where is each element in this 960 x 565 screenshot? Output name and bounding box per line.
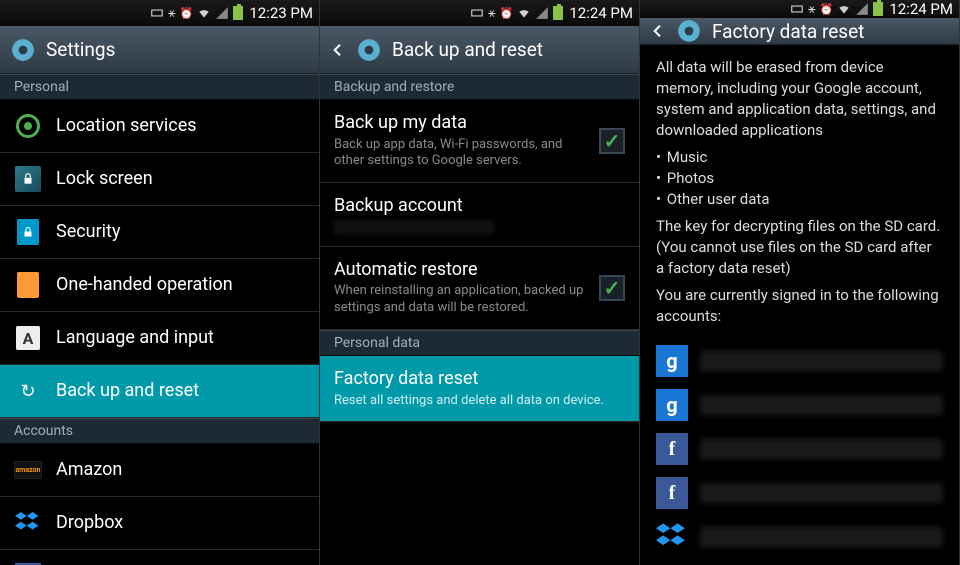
facebook-icon: f (656, 477, 688, 509)
page-title: Settings (46, 38, 115, 61)
settings-list: Location services Lock screen Security O… (0, 100, 319, 565)
item-automatic-restore[interactable]: Automatic restore When reinstalling an a… (320, 247, 639, 330)
page-title: Factory data reset (712, 20, 864, 43)
gear-icon (356, 37, 382, 63)
cast-icon (470, 6, 484, 20)
battery-icon (873, 2, 883, 16)
item-facebook[interactable]: f Facebook (0, 550, 319, 565)
facebook-icon: f (656, 433, 688, 465)
lock-screen-icon (15, 166, 41, 192)
item-backup-my-data[interactable]: Back up my data Back up app data, Wi-Fi … (320, 100, 639, 183)
location-icon (16, 114, 40, 138)
item-factory-data-reset[interactable]: Factory data reset Reset all settings an… (320, 356, 639, 422)
cast-icon (150, 6, 164, 20)
dropbox-icon (656, 521, 688, 553)
battery-icon (553, 6, 563, 20)
header[interactable]: Back up and reset (320, 26, 639, 74)
page-title: Back up and reset (392, 38, 543, 61)
section-personal-data: Personal data (320, 330, 639, 356)
status-bar: ⚹ ⏰ 12:24 PM (640, 0, 959, 18)
header[interactable]: Factory data reset (640, 18, 959, 45)
account-facebook-1: f (640, 427, 959, 471)
screen-factory-reset: ⚹ ⏰ 12:24 PM Factory data reset All data… (640, 0, 960, 565)
wifi-icon (517, 6, 531, 20)
account-google-2: g (640, 383, 959, 427)
gear-icon (676, 18, 702, 44)
google-icon: g (656, 389, 688, 421)
item-lock-screen[interactable]: Lock screen (0, 153, 319, 206)
bluetooth-icon: ⚹ (168, 6, 176, 21)
alarm-icon: ⏰ (500, 7, 514, 20)
signal-icon (855, 2, 869, 16)
status-bar: ⚹ ⏰ 12:24 PM (320, 0, 639, 26)
backup-account-value (334, 220, 494, 234)
account-dropbox (640, 515, 959, 559)
alarm-icon: ⏰ (180, 7, 194, 20)
wifi-icon (837, 2, 851, 16)
bluetooth-icon: ⚹ (488, 6, 496, 21)
bluetooth-icon: ⚹ (808, 2, 816, 17)
gear-icon (10, 37, 36, 63)
wifi-icon (197, 6, 211, 20)
security-icon (17, 219, 39, 245)
backup-icon: ↻ (15, 378, 41, 404)
screen-settings: ⚹ ⏰ 12:23 PM Settings Personal Location … (0, 0, 320, 565)
clock: 12:24 PM (569, 4, 633, 22)
section-accounts: Accounts (0, 418, 319, 444)
item-location-services[interactable]: Location services (0, 100, 319, 153)
warning-text: All data will be erased from device memo… (640, 45, 959, 339)
language-icon: A (16, 326, 40, 350)
amazon-icon: amazon (14, 461, 42, 479)
alarm-icon: ⏰ (820, 3, 834, 16)
google-icon: g (656, 345, 688, 377)
item-amazon[interactable]: amazon Amazon (0, 444, 319, 497)
item-security[interactable]: Security (0, 206, 319, 259)
signal-icon (215, 6, 229, 20)
clock: 12:24 PM (889, 0, 953, 18)
back-icon[interactable] (330, 42, 346, 58)
account-google-1: g (640, 339, 959, 383)
header: Settings (0, 26, 319, 74)
item-backup-reset[interactable]: ↻ Back up and reset (0, 365, 319, 418)
dropbox-icon (15, 510, 41, 536)
signal-icon (535, 6, 549, 20)
section-backup-restore: Backup and restore (320, 74, 639, 100)
section-personal: Personal (0, 74, 319, 100)
screen-backup-reset: ⚹ ⏰ 12:24 PM Back up and reset Backup an… (320, 0, 640, 565)
item-backup-account[interactable]: Backup account (320, 183, 639, 247)
backup-data-checkbox[interactable] (599, 128, 625, 154)
account-facebook-2: f (640, 471, 959, 515)
clock: 12:23 PM (249, 4, 313, 22)
battery-icon (233, 6, 243, 20)
cast-icon (790, 2, 804, 16)
item-language-input[interactable]: A Language and input (0, 312, 319, 365)
auto-restore-checkbox[interactable] (599, 275, 625, 301)
hand-icon (17, 272, 39, 298)
item-dropbox[interactable]: Dropbox (0, 497, 319, 550)
item-one-handed[interactable]: One-handed operation (0, 259, 319, 312)
status-bar: ⚹ ⏰ 12:23 PM (0, 0, 319, 26)
back-icon[interactable] (650, 23, 666, 39)
